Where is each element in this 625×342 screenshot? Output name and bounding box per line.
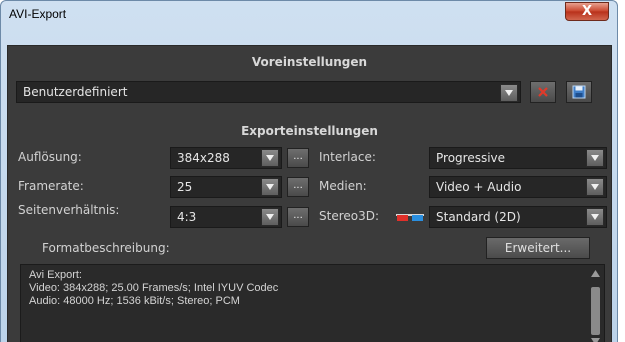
- scroll-up-icon[interactable]: [591, 269, 600, 278]
- resolution-label: Auflösung:: [18, 150, 82, 164]
- aspect-more-button[interactable]: ...: [287, 207, 309, 227]
- interlace-label: Interlace:: [319, 150, 376, 164]
- interlace-value: Progressive: [436, 151, 506, 165]
- preset-value: Benutzerdefiniert: [23, 85, 128, 99]
- delete-icon: [538, 87, 548, 97]
- aspect-select[interactable]: 4:3: [170, 206, 282, 228]
- vertical-scrollbar[interactable]: [589, 267, 602, 342]
- resolution-select[interactable]: 384x288: [170, 147, 282, 169]
- format-description-box[interactable]: Avi Export: Video: 384x288; 25.00 Frames…: [20, 264, 605, 342]
- chevron-down-icon[interactable]: [261, 208, 279, 226]
- dialog-content: Voreinstellungen Benutzerdefiniert Expor…: [7, 45, 612, 342]
- framerate-select[interactable]: 25: [170, 176, 282, 198]
- media-label: Medien:: [319, 179, 367, 193]
- chevron-down-icon[interactable]: [586, 178, 604, 196]
- media-select[interactable]: Video + Audio: [429, 176, 607, 198]
- chevron-down-icon[interactable]: [586, 149, 604, 167]
- scroll-down-icon[interactable]: [591, 337, 600, 342]
- aspect-label: Seitenverhältnis:: [18, 203, 120, 217]
- dialog-window: AVI-Export X Voreinstellungen Benutzerde…: [0, 0, 618, 342]
- stereo-select[interactable]: Standard (2D): [429, 206, 607, 228]
- format-description: Avi Export: Video: 384x288; 25.00 Frames…: [29, 269, 279, 307]
- delete-preset-button[interactable]: [530, 81, 556, 103]
- stereo-value: Standard (2D): [436, 210, 521, 224]
- media-value: Video + Audio: [436, 180, 522, 194]
- preset-select[interactable]: Benutzerdefiniert: [16, 81, 521, 103]
- aspect-value: 4:3: [177, 210, 197, 224]
- close-icon: X: [581, 4, 593, 19]
- stereo-label: Stereo3D:: [319, 209, 380, 223]
- chevron-down-icon[interactable]: [586, 208, 604, 226]
- presets-header: Voreinstellungen: [251, 55, 368, 69]
- export-header: Exporteinstellungen: [241, 124, 378, 138]
- framerate-label: Framerate:: [18, 179, 84, 193]
- framerate-more-button[interactable]: ...: [287, 177, 309, 197]
- interlace-select[interactable]: Progressive: [429, 147, 607, 169]
- resolution-value: 384x288: [177, 151, 230, 165]
- scroll-thumb[interactable]: [591, 287, 600, 335]
- close-button[interactable]: X: [565, 2, 609, 21]
- framerate-value: 25: [177, 180, 193, 194]
- window-title: AVI-Export: [9, 7, 67, 21]
- chevron-down-icon[interactable]: [261, 178, 279, 196]
- format-label: Formatbeschreibung:: [42, 241, 170, 255]
- advanced-button[interactable]: Erweitert...: [486, 237, 590, 259]
- 3d-glasses-icon: [396, 211, 424, 225]
- save-icon: [572, 85, 586, 99]
- chevron-down-icon[interactable]: [261, 149, 279, 167]
- title-bar[interactable]: AVI-Export X: [1, 1, 617, 28]
- save-preset-button[interactable]: [566, 81, 592, 103]
- resolution-more-button[interactable]: ...: [287, 148, 309, 168]
- chevron-down-icon[interactable]: [500, 84, 518, 102]
